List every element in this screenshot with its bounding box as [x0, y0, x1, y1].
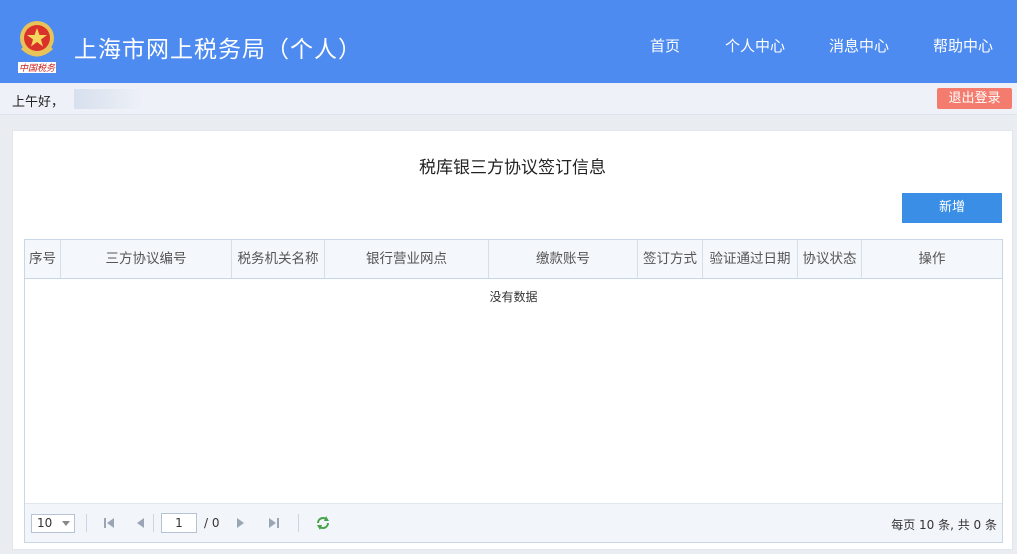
- page-number-input[interactable]: [161, 513, 197, 533]
- page-title: 税库银三方协议签订信息: [419, 158, 606, 178]
- logout-button[interactable]: 退出登录: [937, 88, 1012, 109]
- user-name-redacted: [74, 89, 144, 109]
- prev-page-icon[interactable]: [133, 515, 149, 531]
- column-header-verify-date[interactable]: 验证通过日期: [703, 240, 798, 278]
- column-header-sign-method[interactable]: 签订方式: [638, 240, 703, 278]
- site-title: 上海市网上税务局（个人）: [74, 37, 362, 63]
- greeting-bar: 上午好， 退出登录: [0, 83, 1017, 115]
- column-header-actions: 操作: [918, 251, 946, 267]
- column-header-agreement-no[interactable]: 三方协议编号: [61, 240, 232, 278]
- first-page-icon[interactable]: [101, 515, 117, 531]
- refresh-icon[interactable]: [315, 515, 331, 531]
- divider: [153, 514, 154, 532]
- column-header-payment-account[interactable]: 缴款账号: [489, 240, 638, 278]
- column-header-bank-branch[interactable]: 银行营业网点: [325, 240, 489, 278]
- divider: [298, 514, 299, 532]
- agreement-table: 序号 三方协议编号 税务机关名称 银行营业网点 缴款账号 签订方式 验证通过日期…: [24, 239, 1003, 543]
- nav-message-center[interactable]: 消息中心: [829, 35, 889, 56]
- page-info: 每页 10 条, 共 0 条: [891, 518, 997, 532]
- nav-personal-center[interactable]: 个人中心: [725, 35, 785, 56]
- top-header: 中国税务 上海市网上税务局（个人） 首页 个人中心 消息中心 帮助中心: [0, 0, 1017, 83]
- emblem-caption: 中国税务: [19, 63, 56, 74]
- tax-emblem-logo: 中国税务: [14, 18, 60, 74]
- page-size-value: 10: [37, 516, 53, 530]
- column-header-tax-office[interactable]: 税务机关名称: [232, 240, 325, 278]
- divider: [86, 514, 87, 532]
- total-pages: / 0: [204, 516, 220, 530]
- empty-message: 没有数据: [489, 290, 538, 304]
- nav-help-center[interactable]: 帮助中心: [933, 35, 993, 56]
- chevron-down-icon: [62, 521, 70, 526]
- agreement-panel: 税库银三方协议签订信息 新增 序号 三方协议编号 税务机关名称 银行营业网点 缴…: [12, 130, 1013, 550]
- next-page-icon[interactable]: [232, 515, 248, 531]
- greeting-text: 上午好，: [12, 95, 65, 110]
- nav-home[interactable]: 首页: [650, 35, 680, 56]
- last-page-icon[interactable]: [266, 515, 282, 531]
- table-header: 序号 三方协议编号 税务机关名称 银行营业网点 缴款账号 签订方式 验证通过日期…: [25, 240, 1002, 279]
- pagination-bar: 10 / 0: [25, 503, 1002, 542]
- page-size-select[interactable]: 10: [31, 514, 75, 533]
- column-header-index[interactable]: 序号: [25, 240, 61, 278]
- add-button[interactable]: 新增: [902, 193, 1002, 223]
- column-header-status[interactable]: 协议状态: [798, 240, 862, 278]
